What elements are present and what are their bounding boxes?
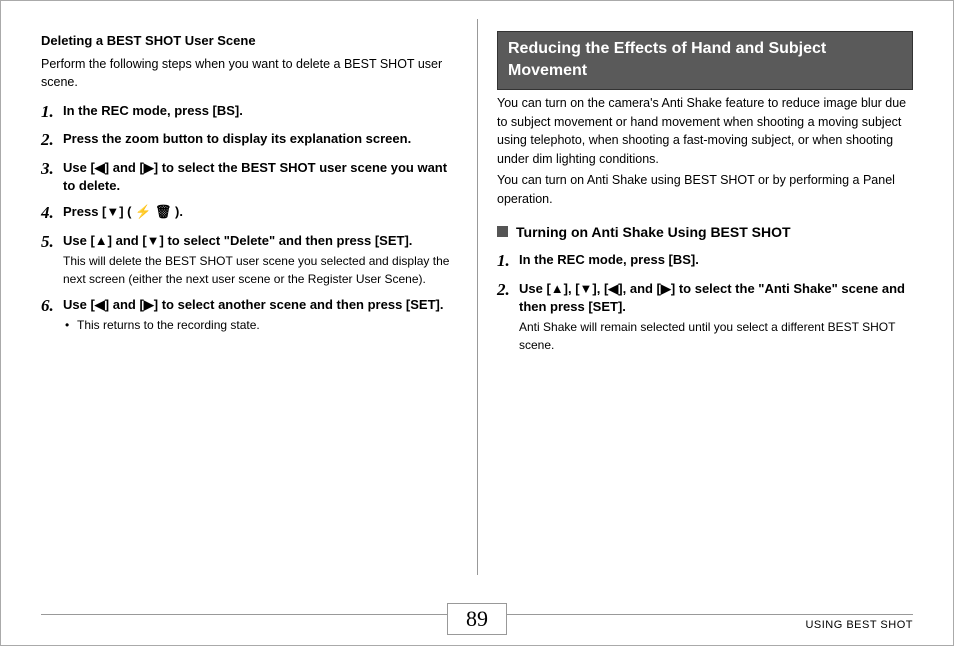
right-column: Reducing the Effects of Hand and Subject… [477,31,913,571]
step-6: 6. Use [◀] and [▶] to select another sce… [41,296,457,334]
step-title: Press [▼] ( ⚡ 🗑 ). [63,203,457,221]
left-column: Deleting a BEST SHOT User Scene Perform … [41,31,477,571]
step-bullet: This returns to the recording state. [63,316,457,334]
step-number: 6. [41,296,63,334]
step-title: Press the zoom button to display its exp… [63,130,457,148]
step-desc: Anti Shake will remain selected until yo… [519,318,913,354]
subsection-heading: Turning on Anti Shake Using BEST SHOT [497,222,913,243]
step-2: 2. Press the zoom button to display its … [41,130,457,150]
column-divider [477,19,478,575]
step-3: 3. Use [◀] and [▶] to select the BEST SH… [41,159,457,195]
right-para-2: You can turn on Anti Shake using BEST SH… [497,171,913,209]
step-number: 2. [41,130,63,150]
step-1: 1. In the REC mode, press [BS]. [41,102,457,122]
square-bullet-icon [497,226,508,237]
section-banner: Reducing the Effects of Hand and Subject… [497,31,913,90]
step-title: Use [◀] and [▶] to select another scene … [63,296,457,314]
step-title: Use [▲] and [▼] to select "Delete" and t… [63,232,457,250]
step-5: 5. Use [▲] and [▼] to select "Delete" an… [41,232,457,288]
page-number: 89 [447,603,507,635]
step-number: 5. [41,232,63,288]
step-number: 1. [497,251,519,271]
step-number: 2. [497,280,519,354]
step-title: In the REC mode, press [BS]. [519,251,913,269]
step-desc: This will delete the BEST SHOT user scen… [63,252,457,288]
step-number: 4. [41,203,63,223]
step-title: Use [◀] and [▶] to select the BEST SHOT … [63,159,457,195]
step-4: 4. Press [▼] ( ⚡ 🗑 ). [41,203,457,223]
r-step-2: 2. Use [▲], [▼], [◀], and [▶] to select … [497,280,913,354]
left-subheading: Deleting a BEST SHOT User Scene [41,31,457,51]
step-number: 1. [41,102,63,122]
r-step-1: 1. In the REC mode, press [BS]. [497,251,913,271]
step-title: In the REC mode, press [BS]. [63,102,457,120]
subsection-title: Turning on Anti Shake Using BEST SHOT [516,222,791,243]
left-intro: Perform the following steps when you wan… [41,55,457,93]
footer-label: USING BEST SHOT [477,619,913,631]
right-para-1: You can turn on the camera's Anti Shake … [497,94,913,169]
step-number: 3. [41,159,63,195]
step-title: Use [▲], [▼], [◀], and [▶] to select the… [519,280,913,316]
